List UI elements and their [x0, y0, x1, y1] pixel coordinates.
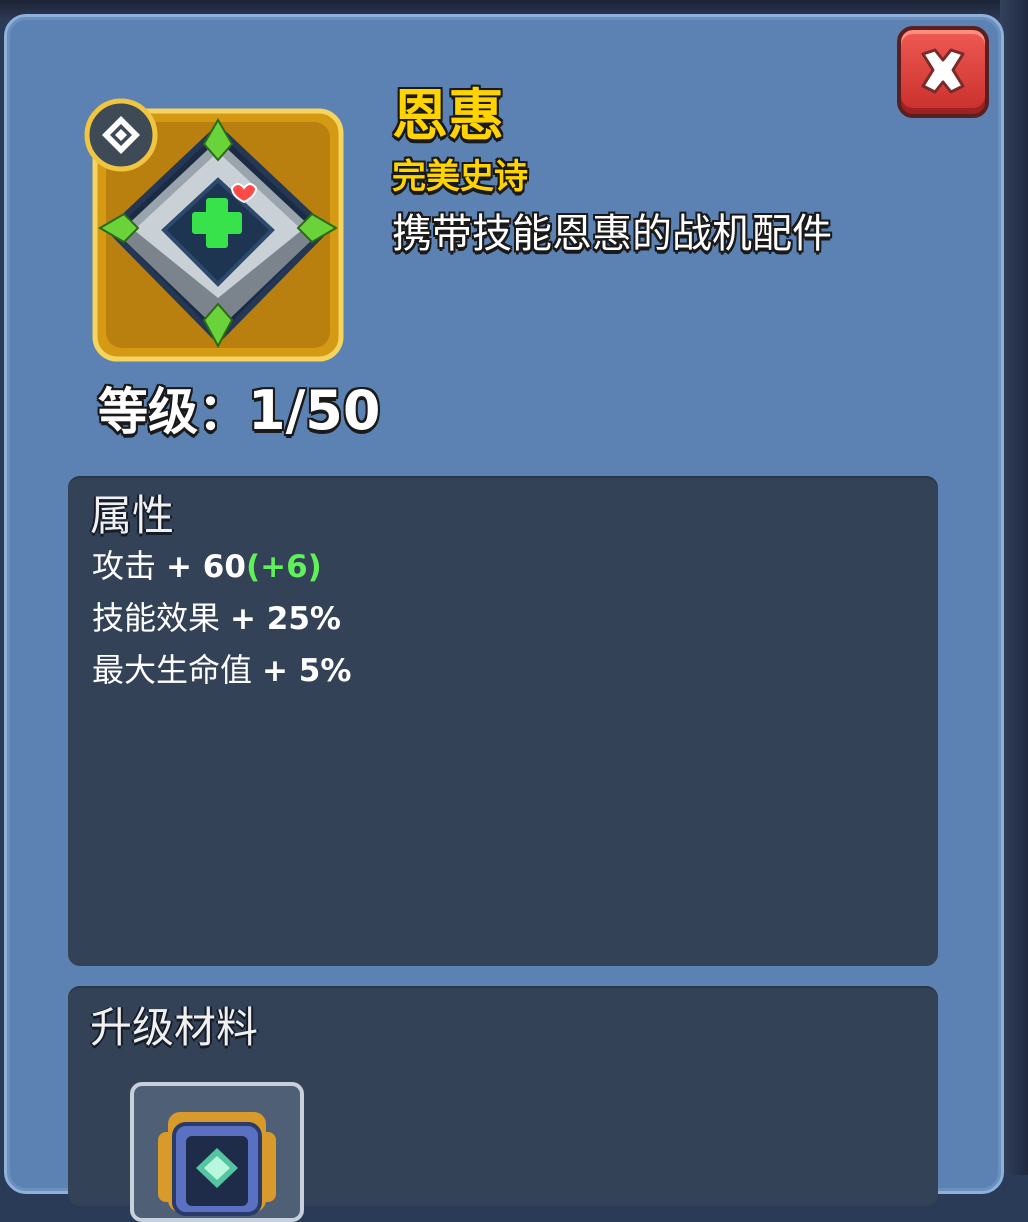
- background-edge: [1000, 0, 1028, 1175]
- close-button[interactable]: [897, 26, 989, 118]
- close-icon: [921, 48, 965, 94]
- item-name: 恩惠: [392, 84, 504, 149]
- level-value: 1/50: [248, 379, 381, 442]
- diamond-rarity-icon: [84, 98, 158, 172]
- attribute-value: + 25%: [230, 601, 341, 637]
- attribute-list: 攻击 + 60(+6) 技能效果 + 25% 最大生命值 + 5%: [92, 540, 351, 696]
- attributes-box: 属性 攻击 + 60(+6) 技能效果 + 25% 最大生命值 + 5%: [68, 476, 938, 966]
- attribute-row-skill-effect: 技能效果 + 25%: [92, 592, 351, 644]
- material-slot[interactable]: [130, 1082, 304, 1222]
- attribute-row-max-hp: 最大生命值 + 5%: [92, 644, 351, 696]
- attribute-row-attack: 攻击 + 60(+6): [92, 540, 351, 592]
- upgrade-chip-icon: [158, 1112, 276, 1216]
- item-rarity: 完美史诗: [392, 157, 528, 197]
- attribute-name: 最大生命值: [92, 651, 253, 689]
- materials-title: 升级材料: [90, 1003, 259, 1052]
- attribute-value: + 5%: [262, 653, 352, 689]
- attribute-bonus: (+6): [245, 549, 322, 585]
- attribute-name: 技能效果: [92, 599, 221, 637]
- attributes-title: 属性: [90, 491, 175, 540]
- level-display: 等级：1/50: [98, 376, 380, 447]
- level-label: 等级：: [98, 383, 248, 441]
- item-description: 携带技能恩惠的战机配件: [392, 211, 832, 257]
- attribute-value: + 60: [166, 549, 246, 585]
- attribute-name: 攻击: [92, 547, 157, 585]
- materials-box: 升级材料: [68, 986, 938, 1222]
